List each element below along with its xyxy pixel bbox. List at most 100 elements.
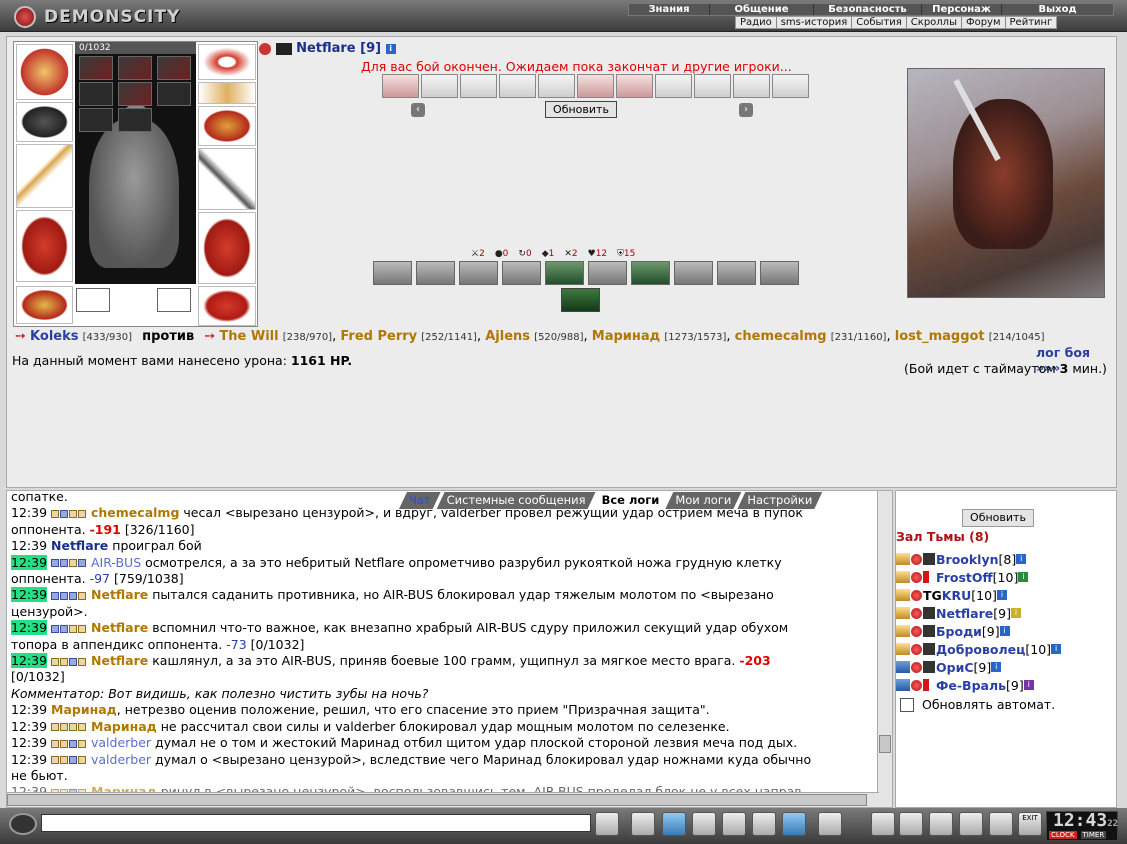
skill-2-icon[interactable] xyxy=(416,261,455,285)
skill-7-icon[interactable] xyxy=(631,261,670,285)
rings-slot[interactable] xyxy=(198,82,256,104)
skill-4-icon[interactable] xyxy=(502,261,541,285)
player-name[interactable]: Netflare xyxy=(296,41,356,56)
skill-9-icon[interactable] xyxy=(717,261,756,285)
auto-update-checkbox[interactable] xyxy=(900,697,914,712)
skill-extra-icon[interactable] xyxy=(561,288,600,312)
gloves-slot[interactable] xyxy=(198,106,256,146)
amulet-slot-3[interactable] xyxy=(157,56,191,80)
earrings-slot[interactable] xyxy=(198,44,256,80)
subnav-rating[interactable]: Рейтинг xyxy=(1004,17,1057,28)
tab-my-logs[interactable]: Мои логи xyxy=(665,492,741,509)
hammer-slot[interactable] xyxy=(16,144,73,208)
ring-slot-3[interactable] xyxy=(157,82,191,106)
belt-slot[interactable] xyxy=(16,286,73,324)
user-menu-icon[interactable] xyxy=(9,813,37,835)
clear-icon[interactable] xyxy=(631,812,655,836)
filter-icon[interactable] xyxy=(662,812,686,836)
action-attack-icon[interactable] xyxy=(382,74,419,98)
action-scroll-1-icon[interactable] xyxy=(421,74,458,98)
team-b-player-5[interactable]: lost_maggot xyxy=(895,329,985,344)
ring-slot-1[interactable] xyxy=(79,82,113,106)
tab-all-logs[interactable]: Все логи xyxy=(592,492,670,509)
subnav-scrolls[interactable]: Скроллы xyxy=(905,17,961,28)
subnav-forum[interactable]: Форум xyxy=(960,17,1005,28)
chat-input[interactable] xyxy=(41,814,591,832)
room-player[interactable]: Фе-Враль [9] i xyxy=(896,676,1118,694)
bracers-slot[interactable] xyxy=(16,102,73,142)
action-empty-4[interactable] xyxy=(772,74,809,98)
potion-slot-2[interactable] xyxy=(157,288,191,312)
save-icon[interactable] xyxy=(692,812,716,836)
chat-scroll-thumb[interactable] xyxy=(879,735,891,753)
team-a-player-0[interactable]: Koleks xyxy=(30,329,78,344)
ring-slot-4[interactable] xyxy=(79,108,113,132)
team-b-player-4[interactable]: chemecalmg xyxy=(735,329,827,344)
team-b-player-0[interactable]: The Will xyxy=(219,329,278,344)
tab-system-messages[interactable]: Системные сообщения xyxy=(437,492,596,509)
team-b-player-3[interactable]: Маринад xyxy=(592,329,660,344)
quest-icon[interactable] xyxy=(899,812,923,836)
nav-security[interactable]: Безопасность xyxy=(813,4,921,15)
inventory-icon[interactable] xyxy=(871,812,895,836)
exit-icon[interactable]: EXIT xyxy=(1018,812,1042,836)
friends-icon[interactable] xyxy=(929,812,953,836)
send-icon[interactable] xyxy=(595,812,619,836)
chat-hscroll-thumb[interactable] xyxy=(7,794,867,806)
room-refresh-button[interactable]: Обновить xyxy=(962,509,1034,527)
info-icon[interactable]: i xyxy=(385,43,396,54)
logo[interactable]: DEMONSCITY xyxy=(14,6,179,28)
subnav-sms-history[interactable]: sms-история xyxy=(775,17,852,28)
nav-knowledge[interactable]: Знания xyxy=(629,4,709,15)
legs-slot[interactable] xyxy=(198,212,256,284)
action-scroll-3-icon[interactable] xyxy=(499,74,536,98)
action-empty-2[interactable] xyxy=(694,74,731,98)
sword-slot[interactable] xyxy=(198,148,256,210)
ring-slot-5[interactable] xyxy=(118,108,152,132)
flag-icon[interactable] xyxy=(989,812,1013,836)
tab-settings[interactable]: Настройки xyxy=(737,492,822,509)
skill-1-icon[interactable] xyxy=(373,261,412,285)
amulet-slot-1[interactable] xyxy=(79,56,113,80)
mail-icon[interactable] xyxy=(959,812,983,836)
boots-slot[interactable] xyxy=(198,286,256,326)
room-player[interactable]: Доброволец [10] i xyxy=(896,640,1118,658)
helmet-slot[interactable] xyxy=(16,44,73,100)
amulet-slot-2[interactable] xyxy=(118,56,152,80)
skill-6-icon[interactable] xyxy=(588,261,627,285)
action-cancel-icon[interactable] xyxy=(616,74,653,98)
music-icon[interactable] xyxy=(782,812,806,836)
room-player[interactable]: FrostOff [10] i xyxy=(896,568,1118,586)
room-player[interactable]: ОриС [9] i xyxy=(896,658,1118,676)
scroll-left-icon[interactable]: ‹ xyxy=(411,103,425,117)
team-b-player-1[interactable]: Fred Perry xyxy=(340,329,417,344)
chat-vertical-scrollbar[interactable] xyxy=(877,491,892,807)
skill-5-icon[interactable] xyxy=(545,261,584,285)
tab-chat[interactable]: Чат xyxy=(399,492,441,509)
walk-icon[interactable] xyxy=(722,812,746,836)
nav-character[interactable]: Персонаж xyxy=(921,4,1001,15)
room-player[interactable]: TG KRU [10] i xyxy=(896,586,1118,604)
room-player[interactable]: Brooklyn [8] i xyxy=(896,550,1118,568)
subnav-radio[interactable]: Радио xyxy=(736,17,776,28)
chat-horizontal-scrollbar[interactable] xyxy=(7,792,879,807)
translit-icon[interactable] xyxy=(752,812,776,836)
action-heal-icon[interactable] xyxy=(577,74,614,98)
action-empty-3[interactable] xyxy=(733,74,770,98)
nav-exit[interactable]: Выход xyxy=(1001,4,1113,15)
room-player[interactable]: Netflare [9] i xyxy=(896,604,1118,622)
skill-10-icon[interactable] xyxy=(760,261,799,285)
action-scroll-2-icon[interactable] xyxy=(460,74,497,98)
smiley-icon[interactable] xyxy=(818,812,842,836)
skill-8-icon[interactable] xyxy=(674,261,713,285)
action-scroll-4-icon[interactable] xyxy=(538,74,575,98)
nav-communication[interactable]: Общение xyxy=(709,4,813,15)
team-b-player-2[interactable]: Ajlens xyxy=(485,329,530,344)
ring-slot-2[interactable] xyxy=(118,82,152,106)
armor-slot[interactable] xyxy=(16,210,73,282)
skill-3-icon[interactable] xyxy=(459,261,498,285)
room-player[interactable]: Броди [9] i xyxy=(896,622,1118,640)
scroll-right-icon[interactable]: › xyxy=(739,103,753,117)
fight-refresh-button[interactable]: Обновить xyxy=(545,101,617,118)
action-empty-1[interactable] xyxy=(655,74,692,98)
